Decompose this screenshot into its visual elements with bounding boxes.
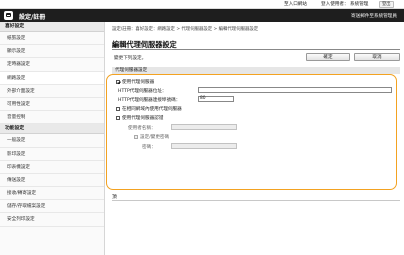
title-divider: [112, 49, 400, 50]
sidebar-item-secure-print[interactable]: 安全列印設定: [0, 213, 104, 227]
http-address-input[interactable]: [198, 87, 392, 93]
sidebar-item-network[interactable]: 網路設定: [0, 71, 104, 85]
same-domain-checkbox[interactable]: [116, 107, 120, 111]
password-label: 密碼：: [142, 145, 156, 150]
http-address-label: HTTP代理伺服器位址：: [118, 89, 167, 94]
sidebar-item-copy[interactable]: 影印設定: [0, 148, 104, 161]
breadcrumb: 設定/註冊：喜好設定：網路設定 > 代理伺服器設定 > 編輯代理伺服器設定: [112, 27, 259, 32]
same-domain-label: 在相同網域內使用代理伺服器: [122, 107, 182, 112]
page-top-link[interactable]: 頂: [112, 193, 117, 200]
instruction-text: 變更下列設定。: [114, 56, 147, 61]
sidebar-item-general[interactable]: 一般設定: [0, 134, 104, 148]
mail-admin-link[interactable]: 寄送郵件至系統管理員: [351, 13, 397, 19]
portal-link[interactable]: 至入口網站: [284, 1, 307, 7]
sidebar-item-send[interactable]: 傳送設定: [0, 174, 104, 188]
set-password-checkbox[interactable]: [134, 135, 138, 139]
footer-divider: [112, 200, 400, 201]
settings-logo-icon: [4, 11, 13, 20]
password-input[interactable]: [171, 143, 237, 149]
sidebar-item-display[interactable]: 顯示設定: [0, 45, 104, 59]
sidebar-section-functions: 功能設定: [0, 124, 104, 135]
sidebar-item-store-access[interactable]: 儲存/存取檔案設定: [0, 200, 104, 214]
login-user-label: 登入使用者：: [321, 2, 349, 7]
top-bar: 至入口網站 登入使用者： 系統管理 登出: [0, 0, 404, 9]
use-auth-label: 使用代理伺服器認證: [122, 116, 164, 121]
sidebar-section-preferences: 喜好設定: [0, 22, 104, 32]
sidebar-item-receive-forward[interactable]: 接收/轉寄設定: [0, 187, 104, 201]
use-auth-checkbox[interactable]: [116, 116, 120, 120]
username-input[interactable]: [171, 124, 237, 130]
sidebar-item-printer[interactable]: 印表機設定: [0, 161, 104, 174]
http-port-label: HTTP代理伺服器連接埠號碼：: [118, 98, 181, 103]
sidebar-item-accessibility[interactable]: 可用性設定: [0, 98, 104, 112]
use-proxy-checkbox[interactable]: [116, 80, 120, 84]
login-user-name: 系統管理: [350, 2, 369, 7]
proxy-settings-header: 代理伺服器設定: [112, 67, 400, 74]
sidebar-item-timer[interactable]: 定時器設定: [0, 58, 104, 72]
http-port-input[interactable]: 80: [198, 96, 234, 102]
sidebar-item-external-interface[interactable]: 外部介面設定: [0, 85, 104, 98]
sidebar-item-paper[interactable]: 紙張設定: [0, 32, 104, 46]
cancel-button[interactable]: 取消: [354, 53, 400, 61]
logout-button[interactable]: 登出: [379, 1, 394, 8]
set-password-label: 設定/變更密碼: [140, 135, 170, 140]
header-title: 設定/註冊: [19, 14, 46, 21]
sidebar-item-volume[interactable]: 音量控制: [0, 111, 104, 125]
ok-button[interactable]: 確定: [306, 53, 350, 61]
username-label: 使用者名稱：: [128, 126, 156, 131]
app-header: 設定/註冊 寄送郵件至系統管理員: [0, 9, 404, 22]
sidebar: 喜好設定 紙張設定 顯示設定 定時器設定 網路設定 外部介面設定 可用性設定 音…: [0, 22, 105, 255]
main-content: 設定/註冊：喜好設定：網路設定 > 代理伺服器設定 > 編輯代理伺服器設定 編輯…: [106, 22, 404, 255]
use-proxy-label: 使用代理伺服器: [122, 80, 155, 85]
